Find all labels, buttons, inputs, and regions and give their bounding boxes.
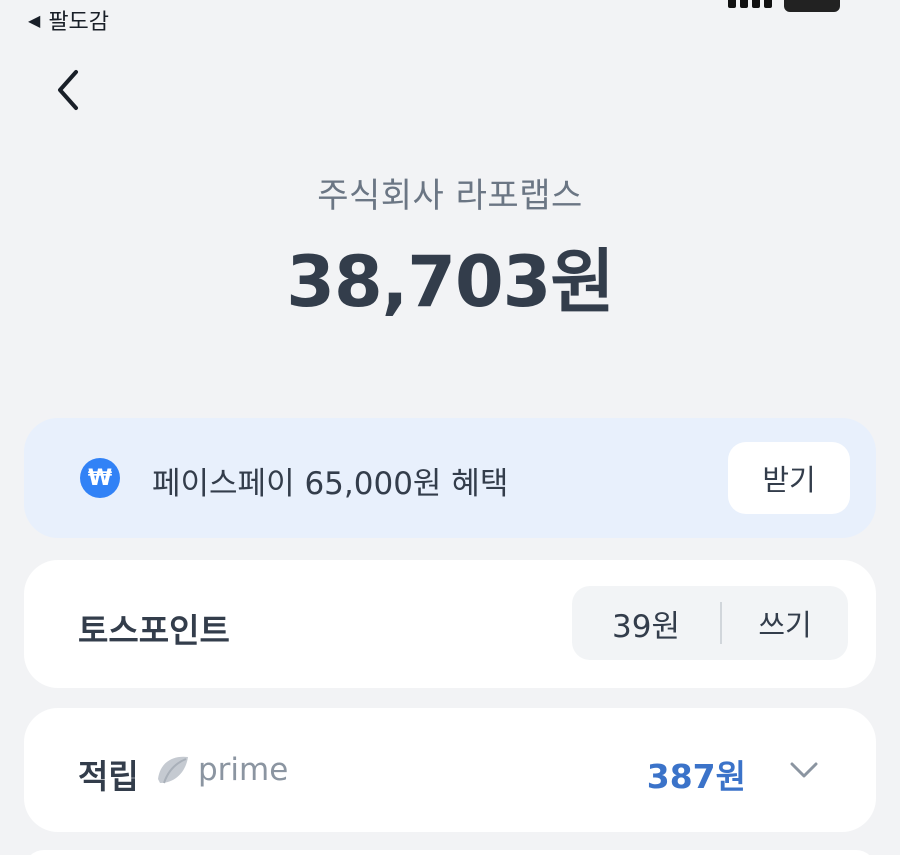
merchant-name: 주식회사 라포랩스: [317, 176, 583, 216]
payment-amount: 38,703원: [286, 241, 615, 323]
points-pill: 39원 쓰기: [572, 586, 848, 660]
status-bar: ◀ 팔도감: [0, 0, 900, 36]
chevron-left-icon: [58, 70, 78, 110]
points-balance: 39원: [612, 608, 680, 645]
prime-leaf-icon: [158, 756, 188, 784]
cellular-signal-icon: [728, 0, 772, 8]
battery-icon: [784, 0, 840, 12]
prime-logo: prime: [154, 752, 288, 788]
chevron-down-icon[interactable]: [788, 754, 820, 786]
won-coin-icon: ₩: [80, 458, 120, 498]
promo-text: 페이스페이 65,000원 혜택: [152, 466, 509, 502]
use-points-button[interactable]: 쓰기: [722, 602, 848, 644]
points-label: 토스포인트: [78, 611, 230, 650]
next-card-partial: [24, 850, 876, 855]
earn-label: 적립: [78, 757, 139, 796]
receive-benefit-button[interactable]: 받기: [728, 442, 850, 514]
status-indicators: [728, 0, 840, 12]
promo-banner[interactable]: ₩ 페이스페이 65,000원 혜택 받기: [24, 418, 876, 538]
prime-logo-text: prime: [198, 752, 289, 788]
back-to-app-link[interactable]: ◀ 팔도감: [28, 4, 109, 36]
back-triangle-icon: ◀: [28, 10, 41, 30]
earn-value: 387원: [646, 757, 746, 796]
earn-card[interactable]: 적립 prime 387원: [24, 708, 876, 832]
back-button[interactable]: [44, 64, 92, 116]
back-app-label: 팔도감: [48, 10, 110, 35]
toss-points-card: 토스포인트 39원 쓰기: [24, 560, 876, 688]
